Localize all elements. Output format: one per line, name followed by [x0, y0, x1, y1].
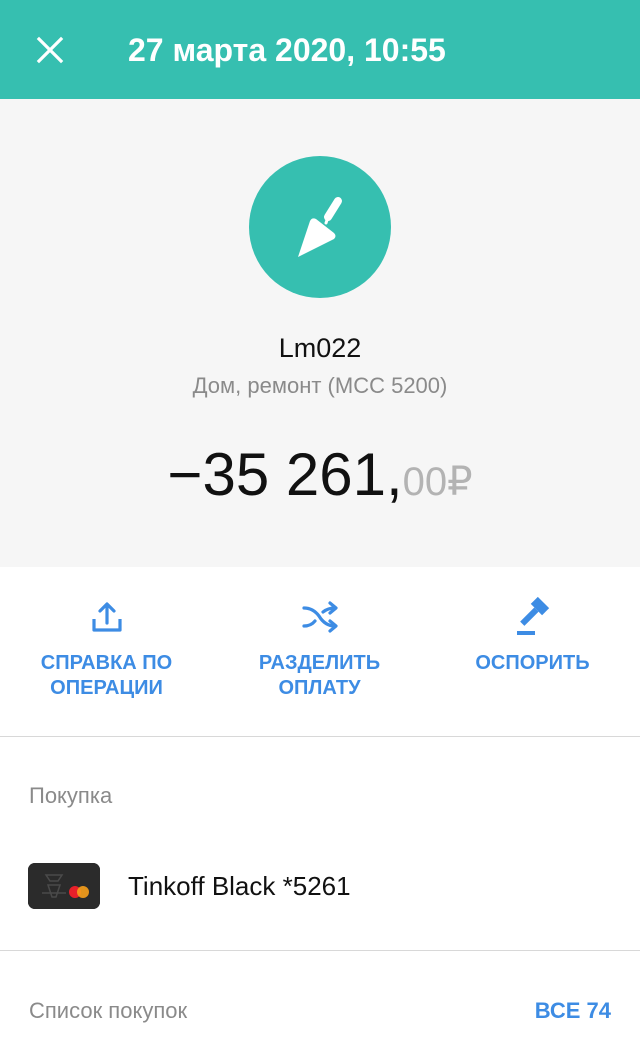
- page-title: 27 марта 2020, 10:55: [128, 32, 446, 68]
- merchant-category-badge: [249, 156, 391, 298]
- amount-currency: ₽: [447, 460, 473, 504]
- split-payment-button[interactable]: РАЗДЕЛИТЬ ОПЛАТУ: [213, 595, 426, 701]
- dispute-button[interactable]: ОСПОРИТЬ: [426, 595, 639, 676]
- purchases-list-header: Список покупок ВСЕ 74: [0, 990, 640, 1034]
- top-bar: 27 марта 2020, 10:55: [0, 0, 640, 99]
- merchant-category: Дом, ремонт (MCC 5200): [192, 373, 448, 398]
- merchant-name: Lm022: [278, 333, 362, 363]
- show-all-purchases-link[interactable]: ВСЕ 74: [535, 996, 611, 1026]
- operation-amount: −35 261,00₽: [0, 437, 640, 529]
- mastercard-icon: [28, 863, 100, 909]
- purchase-section-label: Покупка: [29, 783, 113, 808]
- purchases-list-label: Список покупок: [29, 998, 188, 1023]
- gavel-icon: [516, 596, 549, 635]
- close-button[interactable]: [26, 26, 74, 74]
- divider: [0, 736, 640, 737]
- card-thumbnail: [28, 863, 100, 909]
- statement-button[interactable]: СПРАВКА ПО ОПЕРАЦИИ: [0, 595, 213, 701]
- divider: [0, 950, 640, 951]
- split-payment-button-label: РАЗДЕЛИТЬ ОПЛАТУ: [258, 652, 381, 699]
- statement-button-label: СПРАВКА ПО ОПЕРАЦИИ: [40, 652, 173, 699]
- operation-actions: СПРАВКА ПО ОПЕРАЦИИ РАЗДЕЛИТЬ ОПЛАТУ ОСП…: [0, 567, 640, 736]
- trowel-icon: [298, 197, 342, 257]
- amount-fraction: 00: [402, 460, 448, 504]
- card-name: Tinkoff Black *5261: [128, 871, 351, 901]
- operation-summary: Lm022 Дом, ремонт (MCC 5200) −35 261,00₽: [0, 99, 640, 567]
- shuffle-icon: [301, 601, 338, 633]
- close-icon: [36, 36, 64, 64]
- card-row[interactable]: Tinkoff Black *5261: [0, 850, 640, 926]
- share-icon: [91, 602, 122, 632]
- amount-integer: −35 261,: [167, 441, 403, 508]
- dispute-button-label: ОСПОРИТЬ: [475, 652, 590, 674]
